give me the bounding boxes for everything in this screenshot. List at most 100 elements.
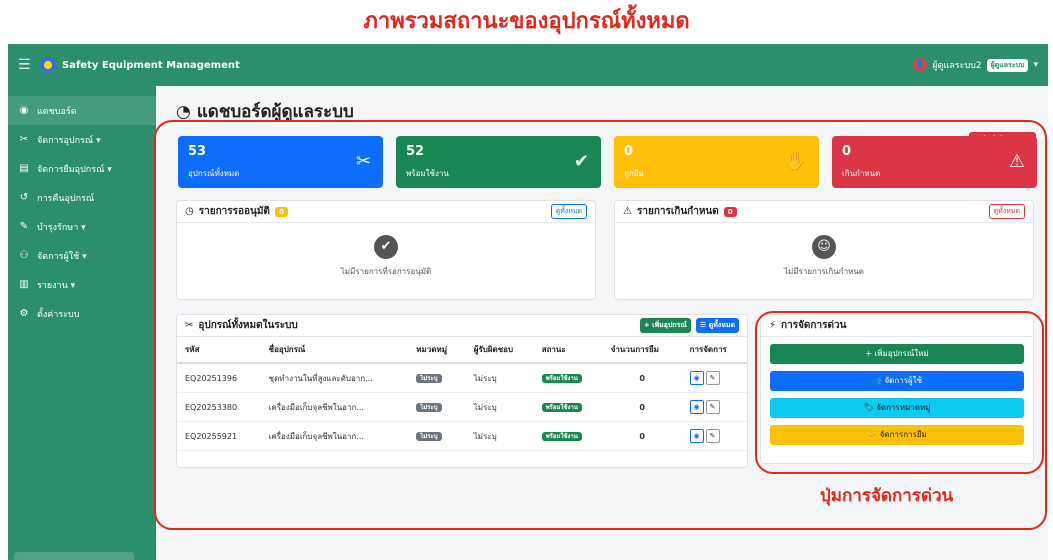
card-title: รายการเกินกำหนด — [636, 206, 719, 217]
borrow-count: 0 — [602, 363, 682, 393]
status-badge: พร้อมใช้งาน — [541, 403, 582, 412]
manage-users-button[interactable]: 👥 จัดการผู้ใช้ — [770, 371, 1024, 391]
sidebar-item-settings[interactable]: ⚙ ตั้งค่าระบบ — [8, 299, 156, 328]
warning-icon: ⚠ — [1008, 151, 1025, 172]
top-caption: ภาพรวมสถานะของอุปกรณ์ทั้งหมด — [363, 9, 690, 34]
stat-value: 53 — [188, 144, 207, 159]
sidebar-item-returns[interactable]: ↺ การคืนอุปกรณ์ — [8, 183, 156, 212]
equipment-name: ชุดทำงานในที่สูงและดับอาก... — [260, 363, 409, 393]
sidebar-item-reports[interactable]: ▥ รายงาน ▾ — [8, 270, 156, 299]
status-badge: พร้อมใช้งาน — [541, 374, 582, 383]
card-title: อุปกรณ์ทั้งหมดในระบบ — [198, 320, 298, 331]
column-header: ผู้รับผิดชอบ — [465, 337, 534, 364]
app-logo — [40, 57, 56, 73]
add-new-equipment-button[interactable]: + เพิ่มอุปกรณ์ใหม่ — [770, 344, 1024, 364]
column-header: การจัดการ — [681, 337, 747, 364]
edit-icon[interactable]: ✎ — [705, 400, 720, 414]
view-eye-icon[interactable]: ◉ — [689, 429, 704, 443]
smile-icon: ☺ — [812, 235, 836, 259]
sidebar-item-label: จัดการผู้ใช้ ▾ — [37, 251, 87, 262]
edit-icon[interactable]: ✎ — [705, 371, 720, 385]
sidebar-item-equipment[interactable]: ✂ จัดการอุปกรณ์ ▾ — [8, 125, 156, 154]
bottom-caption: ปุ่มการจัดการด่วน — [820, 486, 954, 506]
pending-approval-card: ◷ รายการรออนุมัติ 0 ดูทั้งหมด ✔ ไม่มีราย… — [176, 200, 596, 300]
check-circle-icon: ✔ — [374, 235, 398, 259]
table-header-row: รหัส ชื่ออุปกรณ์ หมวดหมู่ ผู้รับผิดชอบ ส… — [177, 337, 747, 364]
table-row: EQ20251396 ชุดทำงานในที่สูงและดับอาก... … — [177, 363, 747, 393]
clock-icon: ◷ — [185, 206, 194, 217]
stat-value: 52 — [406, 144, 425, 159]
equipment-code: EQ20251396 — [177, 363, 261, 393]
view-eye-icon[interactable]: ◉ — [689, 400, 704, 414]
stat-label: อุปกรณ์ทั้งหมด — [188, 169, 240, 178]
hamburger-menu-icon[interactable]: ☰ — [18, 57, 40, 73]
view-all-equipment-button[interactable]: ☰ ดูทั้งหมด — [695, 318, 739, 333]
card-header: ◷ รายการรออนุมัติ 0 ดูทั้งหมด — [177, 201, 595, 223]
app-brand[interactable]: Safety Equipment Management — [62, 60, 240, 71]
borrow-count: 0 — [602, 421, 682, 451]
stat-card-overdue[interactable]: 0 เกินกำหนด ⚠ — [832, 136, 1037, 188]
sidebar-item-label: แดชบอร์ด — [37, 106, 77, 117]
column-header: หมวดหมู่ — [408, 337, 466, 364]
undo-icon: ↺ — [19, 192, 29, 203]
table-row: EQ20255921 เครื่องมือเก็บจุลชีพในอาก... … — [177, 421, 747, 451]
stat-value: 0 — [842, 144, 852, 159]
equipment-name: เครื่องมือเก็บจุลชีพในอาก... — [260, 421, 409, 451]
equipment-table: รหัส ชื่ออุปกรณ์ หมวดหมู่ ผู้รับผิดชอบ ส… — [177, 337, 747, 451]
view-eye-icon[interactable]: ◉ — [689, 371, 704, 385]
users-icon: ⚇ — [19, 250, 29, 261]
equipment-name: เครื่องมือเก็บจุลชีพในอาก... — [260, 392, 409, 422]
tools-icon: ✂ — [185, 320, 194, 331]
card-title: รายการรออนุมัติ — [198, 206, 270, 217]
column-header: จำนวนการยืม — [602, 337, 682, 364]
sidebar-item-dashboard[interactable]: ◉ แดชบอร์ด — [8, 96, 156, 125]
column-header: สถานะ — [533, 337, 603, 364]
sidebar-item-maintenance[interactable]: ✎ บำรุงรักษา ▾ — [8, 212, 156, 241]
view-all-button[interactable]: ดูทั้งหมด — [988, 204, 1025, 219]
chart-icon: ▥ — [19, 279, 29, 290]
equipment-code: EQ20253380 — [177, 392, 261, 422]
handshake-icon: ✋ — [784, 151, 807, 172]
stat-value: 0 — [624, 144, 634, 159]
view-all-button[interactable]: ดูทั้งหมด — [550, 204, 587, 219]
count-badge: 0 — [723, 206, 737, 217]
stat-card-available[interactable]: 52 พร้อมใช้งาน ✔ — [396, 136, 601, 188]
manage-categories-button[interactable]: 🏷 จัดการหมวดหมู่ — [770, 398, 1024, 418]
category-badge: ไม่ระบุ — [416, 403, 442, 412]
stat-card-borrowed[interactable]: 0 ถูกยืม ✋ — [614, 136, 819, 188]
stat-label: ถูกยืม — [624, 169, 644, 178]
add-equipment-button[interactable]: + เพิ่มอุปกรณ์ — [639, 318, 691, 333]
status-badge: พร้อมใช้งาน — [541, 432, 582, 441]
user-role-badge: ผู้ดูแลระบบ — [986, 58, 1029, 72]
empty-message: ไม่มีรายการที่รอการอนุมัติ — [340, 267, 432, 276]
edit-icon[interactable]: ✎ — [705, 429, 720, 443]
tools-icon: ✂ — [355, 151, 371, 172]
owner: ไม่ระบุ — [465, 363, 534, 393]
empty-message: ไม่มีรายการเกินกำหนด — [784, 267, 864, 276]
borrow-count: 0 — [602, 392, 682, 422]
clipboard-icon: ▤ — [19, 163, 29, 174]
user-menu[interactable]: 👤 ผู้ดูแลระบบ2 ผู้ดูแลระบบ ▾ — [913, 58, 1038, 72]
card-header: ⚡ การจัดการด่วน — [761, 315, 1033, 337]
sidebar-item-borrowing[interactable]: ▤ จัดการยืมอุปกรณ์ ▾ — [8, 154, 156, 183]
wrench-icon: ✎ — [19, 221, 29, 232]
sidebar-item-label: รายงาน ▾ — [37, 280, 76, 291]
stat-label: พร้อมใช้งาน — [406, 169, 449, 178]
sidebar: ◉ แดชบอร์ด ✂ จัดการอุปกรณ์ ▾ ▤ จัดการยืม… — [8, 86, 156, 560]
column-header: รหัส — [177, 337, 261, 364]
top-navbar: ☰ Safety Equipment Management 👤 ผู้ดูแลร… — [8, 44, 1048, 86]
chevron-down-icon: ▾ — [1033, 60, 1038, 70]
lightning-icon: ⚡ — [769, 320, 777, 331]
dashboard-icon: ◔ — [176, 101, 191, 122]
sidebar-item-label: จัดการยืมอุปกรณ์ ▾ — [37, 164, 112, 175]
manage-borrowing-button[interactable]: 🤝 จัดการการยืม — [770, 425, 1024, 445]
sidebar-item-label: ตั้งค่าระบบ — [37, 309, 80, 320]
card-title: การจัดการด่วน — [781, 320, 847, 331]
owner: ไม่ระบุ — [465, 421, 534, 451]
column-header: ชื่ออุปกรณ์ — [260, 337, 409, 364]
sidebar-item-label: จัดการอุปกรณ์ ▾ — [37, 135, 101, 146]
equipment-code: EQ20255921 — [177, 421, 261, 451]
sidebar-item-users[interactable]: ⚇ จัดการผู้ใช้ ▾ — [8, 241, 156, 270]
stat-card-total[interactable]: 53 อุปกรณ์ทั้งหมด ✂ — [178, 136, 383, 188]
page-title-text: แดชบอร์ดผู้ดูแลระบบ — [196, 102, 354, 122]
